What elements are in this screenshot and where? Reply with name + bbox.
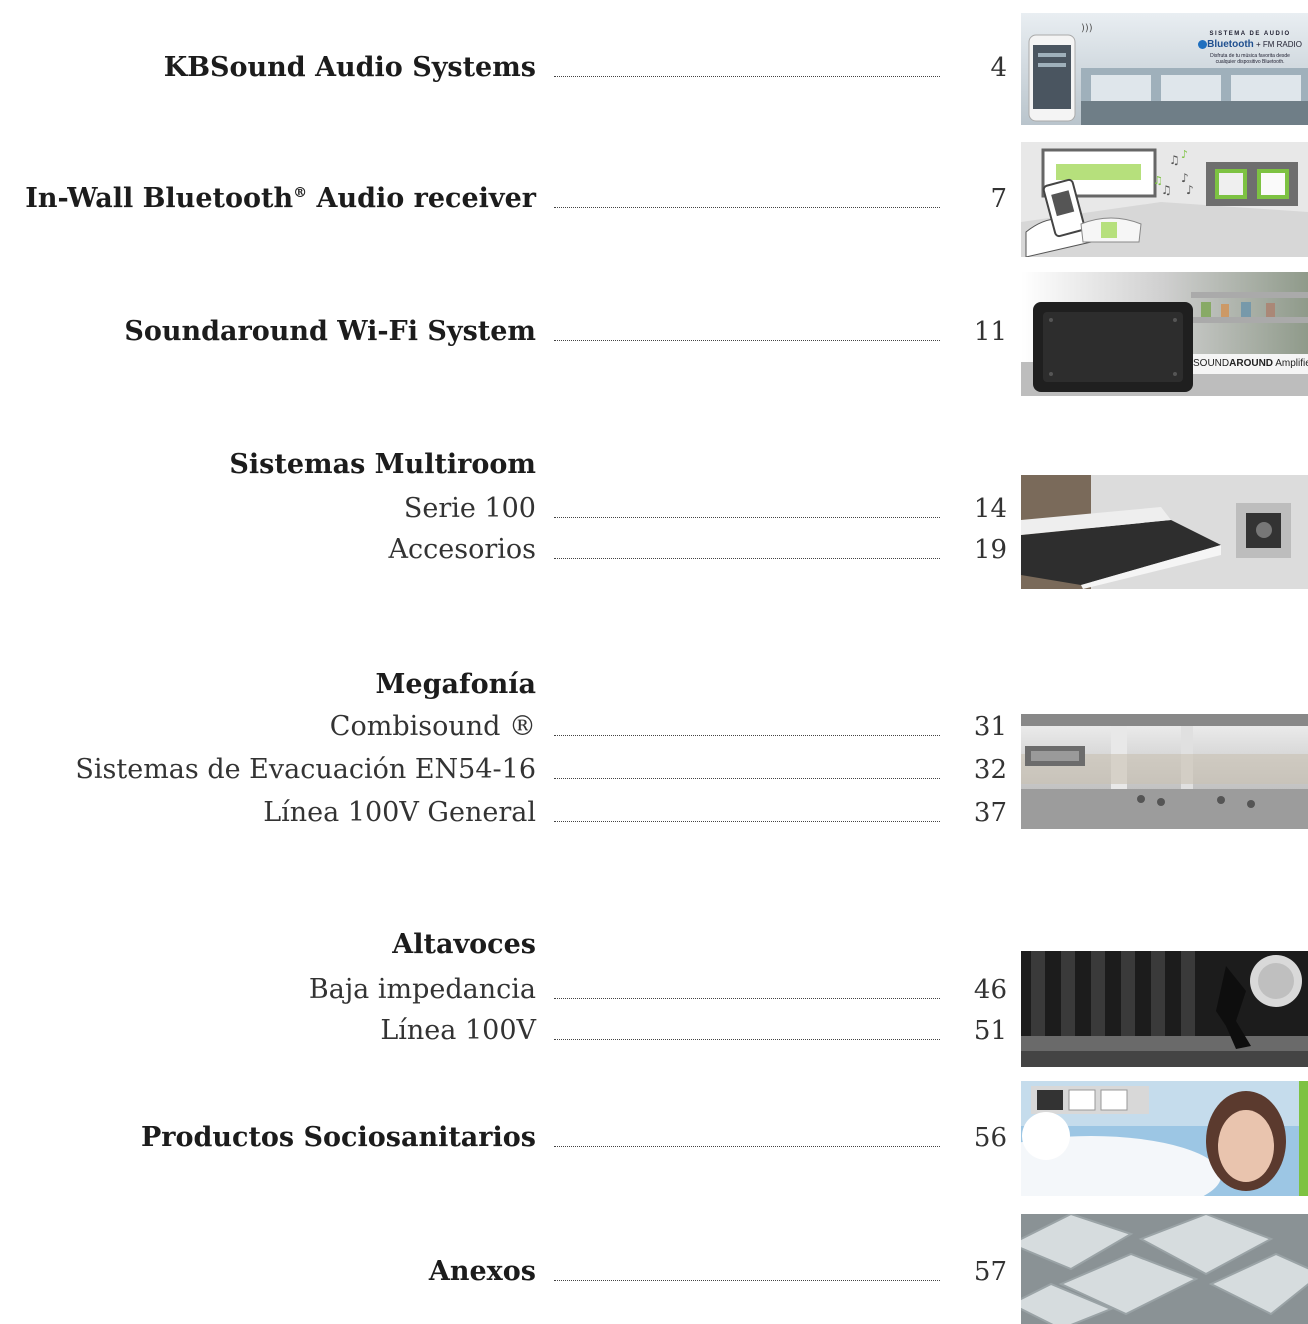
toc-entry-accesorios[interactable]: Accesorios 19 xyxy=(0,528,1010,572)
brand-part: Amplifier xyxy=(1275,358,1308,369)
toc-entry-anexos[interactable]: Anexos 57 xyxy=(0,1250,1010,1294)
section-heading-altavoces: Altavoces xyxy=(392,929,536,960)
thumbnail-kbsound-image: ))) xyxy=(1021,13,1308,125)
toc-entry-title: Combisound ® xyxy=(329,711,536,742)
toc-entry-title: Línea 100V xyxy=(380,1015,536,1046)
toc-entry-baja-impedancia[interactable]: Baja impedancia 46 xyxy=(0,968,1010,1012)
title-part: Audio receiver xyxy=(307,183,536,214)
toc-entry-title: Soundaround Wi-Fi System xyxy=(124,316,536,347)
toc-entry-inwall-bluetooth[interactable]: In-Wall Bluetooth® Audio receiver 7 xyxy=(0,177,1010,221)
thumb-text-line2: Bluetooth xyxy=(1207,39,1254,50)
dot-leader xyxy=(554,1146,940,1147)
thumb-text-line4: cualquier dispositivo Bluetooth. xyxy=(1215,59,1285,65)
section-heading-megafonia: Megafonía xyxy=(375,669,536,700)
thumbnail-altavoces xyxy=(1021,951,1308,1067)
title-part: In-Wall Bluetooth xyxy=(25,183,294,214)
bluetooth-icon xyxy=(1198,39,1208,49)
dot-leader xyxy=(554,76,940,77)
toc-entry-title: In-Wall Bluetooth® Audio receiver xyxy=(25,177,536,221)
page-number: 57 xyxy=(973,1257,1007,1287)
brand-part: SOUND xyxy=(1193,358,1230,369)
thumbnail-soundaround: SOUNDAROUND Amplifier xyxy=(1021,272,1308,396)
toc-entry-sociosanitarios[interactable]: Productos Sociosanitarios 56 xyxy=(0,1116,1010,1160)
thumbnail-sociosanitarios xyxy=(1021,1081,1308,1196)
page-number: 14 xyxy=(973,494,1007,524)
dot-leader xyxy=(554,1039,940,1040)
dot-leader xyxy=(554,778,940,779)
thumb-soundaround-label: SOUNDAROUND Amplifier xyxy=(1193,354,1308,374)
thumbnail-soundaround-image xyxy=(1021,272,1308,396)
thumbnail-anexos-image xyxy=(1021,1214,1308,1324)
dot-leader xyxy=(554,558,940,559)
dot-leader xyxy=(554,998,940,999)
toc-entry-linea-100v-general[interactable]: Línea 100V General 37 xyxy=(0,791,1010,835)
page-number: 7 xyxy=(990,184,1007,214)
toc-entry-kbsound[interactable]: KBSound Audio Systems 4 xyxy=(0,46,1010,90)
page-number: 46 xyxy=(973,975,1007,1005)
toc-entry-serie-100[interactable]: Serie 100 14 xyxy=(0,487,1010,531)
thumbnail-anexos xyxy=(1021,1214,1308,1324)
page-number: 31 xyxy=(973,712,1007,742)
toc-entry-title: Accesorios xyxy=(388,534,537,565)
thumbnail-megafonia-image xyxy=(1021,714,1308,829)
svg-text:♫: ♫ xyxy=(1169,153,1180,167)
dot-leader xyxy=(554,340,940,341)
svg-text:♪: ♪ xyxy=(1186,183,1194,197)
thumbnail-sociosanitarios-image xyxy=(1021,1081,1308,1196)
page-number: 37 xyxy=(973,798,1007,828)
thumb-text-line2b: + FM RADIO xyxy=(1253,40,1302,49)
svg-text:))): ))) xyxy=(1081,23,1093,34)
page-number: 56 xyxy=(973,1123,1007,1153)
page-number: 51 xyxy=(973,1016,1007,1046)
toc-entry-title: Serie 100 xyxy=(403,493,536,524)
dot-leader xyxy=(554,1280,940,1281)
toc-entry-soundaround[interactable]: Soundaround Wi-Fi System 11 xyxy=(0,310,1010,354)
registered-mark: ® xyxy=(293,185,308,201)
dot-leader xyxy=(554,735,940,736)
thumbnail-kbsound: ))) SISTEMA DE AUDIO Bluetooth + FM RADI… xyxy=(1021,13,1308,125)
toc-entry-linea-100v[interactable]: Línea 100V 51 xyxy=(0,1009,1010,1053)
toc-entry-title: Línea 100V General xyxy=(263,797,536,828)
toc-entry-combisound[interactable]: Combisound ® 31 xyxy=(0,705,1010,749)
dot-leader xyxy=(554,207,940,208)
thumbnail-altavoces-image xyxy=(1021,951,1308,1067)
toc-entry-evacuacion[interactable]: Sistemas de Evacuación EN54-16 32 xyxy=(0,748,1010,792)
thumbnail-multiroom-image xyxy=(1021,475,1308,589)
toc-entry-title: Sistemas de Evacuación EN54-16 xyxy=(75,754,536,785)
thumbnail-megafonia xyxy=(1021,714,1308,829)
dot-leader xyxy=(554,821,940,822)
svg-text:♪: ♪ xyxy=(1181,148,1188,161)
thumbnail-multiroom xyxy=(1021,475,1308,589)
thumbnail-inwall: ♫ ♪ ♫ ♪ ♪ ♫ xyxy=(1021,142,1308,257)
page-number: 32 xyxy=(973,755,1007,785)
toc-entry-title: Productos Sociosanitarios xyxy=(140,1122,536,1153)
thumbnail-inwall-image: ♫♪ ♫ ♪ ♪ ♫ xyxy=(1021,142,1308,257)
thumb-text-line1: SISTEMA DE AUDIO xyxy=(1209,31,1291,37)
page-number: 11 xyxy=(973,317,1007,347)
toc-entry-title: KBSound Audio Systems xyxy=(163,52,536,83)
toc-entry-title: Baja impedancia xyxy=(308,974,536,1005)
brand-part: AROUND xyxy=(1229,358,1274,369)
page-number: 19 xyxy=(973,535,1007,565)
dot-leader xyxy=(554,517,940,518)
svg-text:♫: ♫ xyxy=(1153,174,1163,187)
section-heading-multiroom: Sistemas Multiroom xyxy=(229,449,536,480)
toc-entry-title: Anexos xyxy=(428,1256,536,1287)
page-number: 4 xyxy=(990,53,1007,83)
